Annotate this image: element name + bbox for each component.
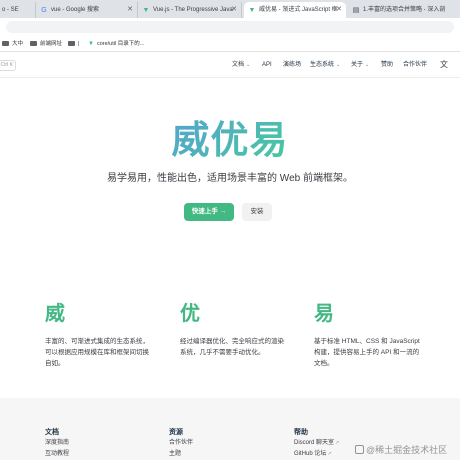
install-button[interactable]: 安装 bbox=[242, 203, 272, 221]
nav-label: 合作伙伴 bbox=[403, 62, 428, 68]
bookmark-folder[interactable]: 大中 bbox=[2, 36, 23, 52]
nav-label: 文档 bbox=[232, 62, 245, 68]
bookmark-label: 前端网址 bbox=[40, 41, 63, 47]
footer-link-label: GitHub 论坛 bbox=[294, 451, 327, 457]
nav-item-partners[interactable]: 合作伙伴 bbox=[403, 52, 427, 78]
footer-heading: 文档 bbox=[45, 429, 59, 436]
watermark-text: @稀土掘金技术社区 bbox=[366, 445, 448, 455]
vue-logo-icon: ▼ bbox=[142, 7, 150, 14]
close-icon[interactable]: ✕ bbox=[231, 2, 237, 18]
hero-tagline: 易学易用，性能出色，适用场景丰富的 Web 前端框架。 bbox=[107, 173, 353, 184]
external-link-icon: ↗ bbox=[335, 440, 340, 446]
nav-label: API bbox=[262, 62, 272, 68]
folder-icon bbox=[2, 41, 9, 46]
footer-link-github[interactable]: GitHub 论坛↗ bbox=[294, 449, 339, 460]
google-icon: G bbox=[41, 7, 47, 14]
nav-item-ecosystem[interactable]: 生态系统 ⌄ bbox=[310, 52, 340, 78]
footer-heading: 帮助 bbox=[294, 429, 308, 436]
footer-column: 帮助 Discord 聊天室↗ GitHub 论坛↗ bbox=[294, 428, 339, 460]
folder-icon bbox=[30, 41, 37, 46]
tab-label: 1.丰富的选项合并策略 - 深入剖 bbox=[363, 7, 446, 13]
feature-card: 威 丰富的、可渐进式集成的生态系统，可以根据应用规模在库和框架间切换自如。 bbox=[45, 300, 155, 369]
chevron-down-icon: ⌄ bbox=[246, 62, 251, 68]
nav-item-docs[interactable]: 文档 ⌄ bbox=[232, 52, 250, 78]
juejin-logo-icon bbox=[355, 445, 364, 454]
browser-tab[interactable]: o - SE bbox=[0, 2, 36, 18]
footer-link-discord[interactable]: Discord 聊天室↗ bbox=[294, 438, 339, 449]
feature-card: 易 基于标准 HTML、CSS 和 JavaScript 构建，提供容易上手的 … bbox=[314, 300, 424, 369]
bookmark-folder[interactable]: 前端网址 bbox=[30, 36, 62, 52]
feature-title: 优 bbox=[180, 303, 200, 325]
url-input[interactable] bbox=[6, 21, 454, 33]
translate-icon[interactable]: 文 bbox=[440, 60, 448, 70]
browser-tab[interactable]: ▼ Vue.js - The Progressive Java ✕ bbox=[138, 2, 242, 18]
browser-tab-active[interactable]: ▼ 威优易 - 渐进式 JavaScript 框 ✕ bbox=[244, 2, 346, 18]
get-started-button[interactable]: 快速上手 → bbox=[184, 203, 234, 221]
feature-card: 优 经过编译器优化、完全响应式的渲染系统，几乎不需要手动优化。 bbox=[180, 300, 290, 358]
hero-title: 威优易 bbox=[0, 118, 460, 164]
tab-label: o - SE bbox=[2, 7, 19, 13]
footer-link[interactable]: 主题 bbox=[169, 449, 193, 460]
bookmark-folder[interactable]: | bbox=[68, 36, 79, 52]
bookmark-label: 大中 bbox=[12, 41, 24, 47]
external-link-icon: ↗ bbox=[327, 451, 332, 457]
nav-label: 生态系统 bbox=[310, 62, 335, 68]
nav-item-playground[interactable]: 演练场 bbox=[283, 52, 301, 78]
nav-label: 演练场 bbox=[283, 62, 302, 68]
footer-column: 资源 合作伙伴 主题 bbox=[169, 428, 193, 460]
feature-description: 丰富的、可渐进式集成的生态系统，可以根据应用规模在库和框架间切换自如。 bbox=[45, 338, 149, 367]
tab-label: vue - Google 搜索 bbox=[51, 7, 100, 13]
close-icon[interactable]: ✕ bbox=[127, 2, 133, 18]
feature-title: 易 bbox=[314, 303, 334, 325]
site-navbar: Ctrl K 文档 ⌄ API 演练场 生态系统 ⌄ 关于 ⌄ 赞助 合作伙伴 文 bbox=[0, 52, 460, 78]
tab-label: Vue.js - The Progressive Java bbox=[153, 7, 233, 13]
chevron-down-icon: ⌄ bbox=[365, 62, 370, 68]
bookmark-label: | bbox=[78, 41, 80, 47]
address-bar bbox=[0, 18, 460, 36]
book-icon: ▤ bbox=[352, 7, 360, 14]
nav-item-sponsor[interactable]: 赞助 bbox=[381, 52, 393, 78]
feature-title: 威 bbox=[45, 303, 65, 325]
nav-label: 赞助 bbox=[381, 62, 394, 68]
browser-tab[interactable]: ▤ 1.丰富的选项合并策略 - 深入剖 bbox=[348, 2, 460, 18]
nav-label: 关于 bbox=[351, 62, 364, 68]
footer-column: 文档 深度指南 互动教程 bbox=[45, 428, 69, 460]
footer-heading: 资源 bbox=[169, 429, 183, 436]
nav-item-about[interactable]: 关于 ⌄ bbox=[351, 52, 369, 78]
footer-link[interactable]: 深度指南 bbox=[45, 438, 69, 449]
close-icon[interactable]: ✕ bbox=[336, 2, 342, 18]
bookmarks-bar: 大中 前端网址 | ▼ core/util 目录下的... bbox=[0, 36, 460, 52]
nav-item-api[interactable]: API bbox=[262, 52, 272, 78]
browser-tab-bar: o - SE Gvue - Google 搜索 ✕ ▼ Vue.js - The … bbox=[0, 0, 460, 18]
bookmark-link[interactable]: ▼ core/util 目录下的... bbox=[88, 36, 144, 52]
folder-icon bbox=[68, 41, 75, 46]
chevron-down-icon: ⌄ bbox=[336, 62, 341, 68]
search-shortcut-hint: Ctrl K bbox=[0, 62, 14, 68]
vue-logo-icon: ▼ bbox=[248, 7, 256, 14]
footer-link[interactable]: 互动教程 bbox=[45, 449, 69, 460]
feature-description: 基于标准 HTML、CSS 和 JavaScript 构建，提供容易上手的 AP… bbox=[314, 338, 420, 367]
feature-description: 经过编译器优化、完全响应式的渲染系统，几乎不需要手动优化。 bbox=[180, 338, 284, 356]
footer-link[interactable]: 合作伙伴 bbox=[169, 438, 193, 449]
bookmark-label: core/util 目录下的... bbox=[96, 41, 145, 47]
tab-label: 威优易 - 渐进式 JavaScript 框 bbox=[259, 7, 338, 13]
browser-tab[interactable]: Gvue - Google 搜索 ✕ bbox=[36, 2, 138, 18]
search-button[interactable]: Ctrl K bbox=[0, 60, 16, 71]
footer-link-label: Discord 聊天室 bbox=[294, 440, 335, 446]
vue-logo-icon: ▼ bbox=[88, 41, 94, 47]
watermark: @稀土掘金技术社区 bbox=[355, 443, 447, 456]
